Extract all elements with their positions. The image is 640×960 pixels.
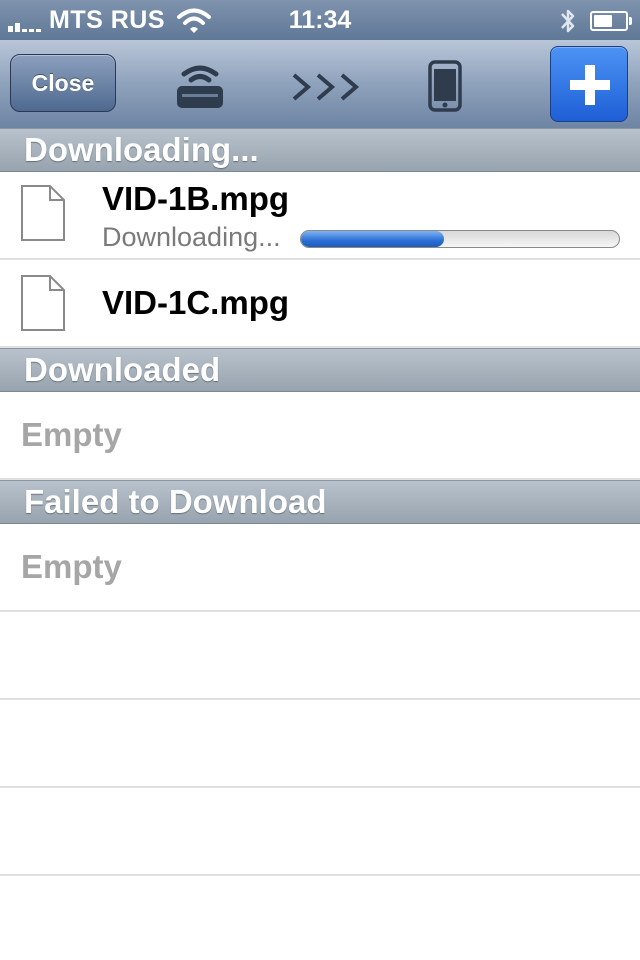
- status-bar: MTS RUS 11:34: [0, 0, 640, 40]
- file-name: VID-1B.mpg: [102, 180, 290, 217]
- section-header-downloaded: Downloaded: [0, 348, 640, 392]
- status-bar-right: [558, 6, 632, 36]
- blank-row: [0, 876, 640, 960]
- download-row-vid-1b[interactable]: VID-1B.mpg Downloading...: [0, 172, 640, 260]
- download-progress-bar: [300, 230, 620, 248]
- file-name: VID-1C.mpg: [102, 284, 290, 321]
- empty-label: Empty: [21, 548, 122, 585]
- transfer-arrows-icon: [292, 73, 360, 101]
- close-button[interactable]: Close: [10, 54, 116, 112]
- blank-row: [0, 788, 640, 876]
- section-header-downloading: Downloading...: [0, 128, 640, 172]
- blank-row: [0, 700, 640, 788]
- file-icon: [21, 275, 65, 331]
- phone-icon[interactable]: [428, 60, 462, 112]
- download-row-vid-1c[interactable]: VID-1C.mpg: [0, 260, 640, 348]
- file-icon: [21, 185, 65, 241]
- empty-label: Empty: [21, 416, 122, 453]
- download-status: Downloading...: [102, 222, 281, 252]
- download-progress-fill: [301, 231, 445, 247]
- toolbar: Close: [0, 40, 640, 129]
- failed-empty-row: Empty: [0, 524, 640, 612]
- status-time: 11:34: [288, 6, 352, 34]
- blank-row: [0, 612, 640, 700]
- downloaded-empty-row: Empty: [0, 392, 640, 480]
- battery-icon: [590, 11, 632, 31]
- wifi-router-icon[interactable]: [174, 60, 226, 110]
- section-header-failed: Failed to Download: [0, 480, 640, 524]
- add-button[interactable]: [550, 46, 628, 122]
- bluetooth-icon: [561, 9, 575, 33]
- plus-icon: [570, 65, 610, 105]
